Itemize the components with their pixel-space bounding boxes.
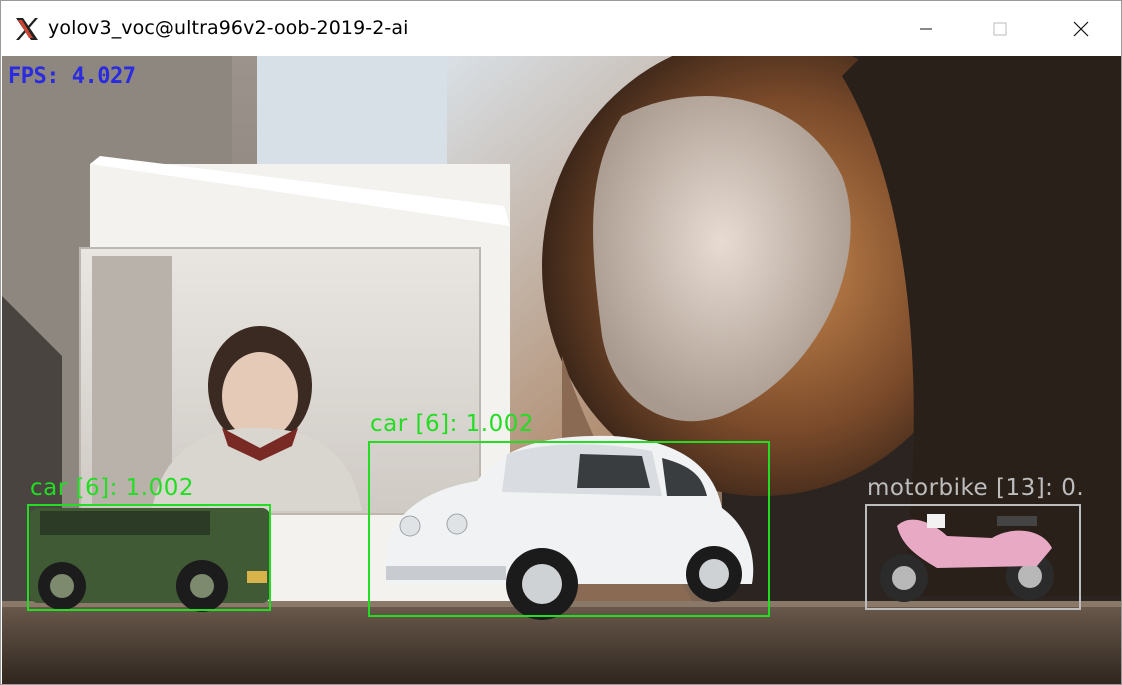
detection-label-car: car [6]: 1.002 <box>30 475 194 501</box>
title-bar[interactable]: yolov3_voc@ultra96v2-oob-2019-2-ai <box>1 1 1121 56</box>
camera-feed: FPS: 4.027 car [6]: 1.002 car [6]: 1.002… <box>2 56 1121 684</box>
detection-box-motorbike <box>865 504 1081 610</box>
close-icon <box>1073 21 1089 36</box>
minimize-button[interactable] <box>897 1 955 56</box>
app-window: yolov3_voc@ultra96v2-oob-2019-2-ai FPS: … <box>0 0 1122 685</box>
maximize-icon <box>993 22 1007 35</box>
fps-counter: FPS: 4.027 <box>8 64 136 89</box>
window-title: yolov3_voc@ultra96v2-oob-2019-2-ai <box>48 17 409 39</box>
detection-box-car <box>368 441 770 617</box>
detection-label-car: car [6]: 1.002 <box>370 411 534 437</box>
maximize-button[interactable] <box>971 1 1029 56</box>
detection-box-car <box>27 504 271 611</box>
detection-label-motorbike: motorbike [13]: 0. <box>867 475 1085 501</box>
minimize-icon <box>920 28 932 29</box>
x11-app-icon <box>16 18 38 40</box>
close-button[interactable] <box>1052 1 1110 56</box>
